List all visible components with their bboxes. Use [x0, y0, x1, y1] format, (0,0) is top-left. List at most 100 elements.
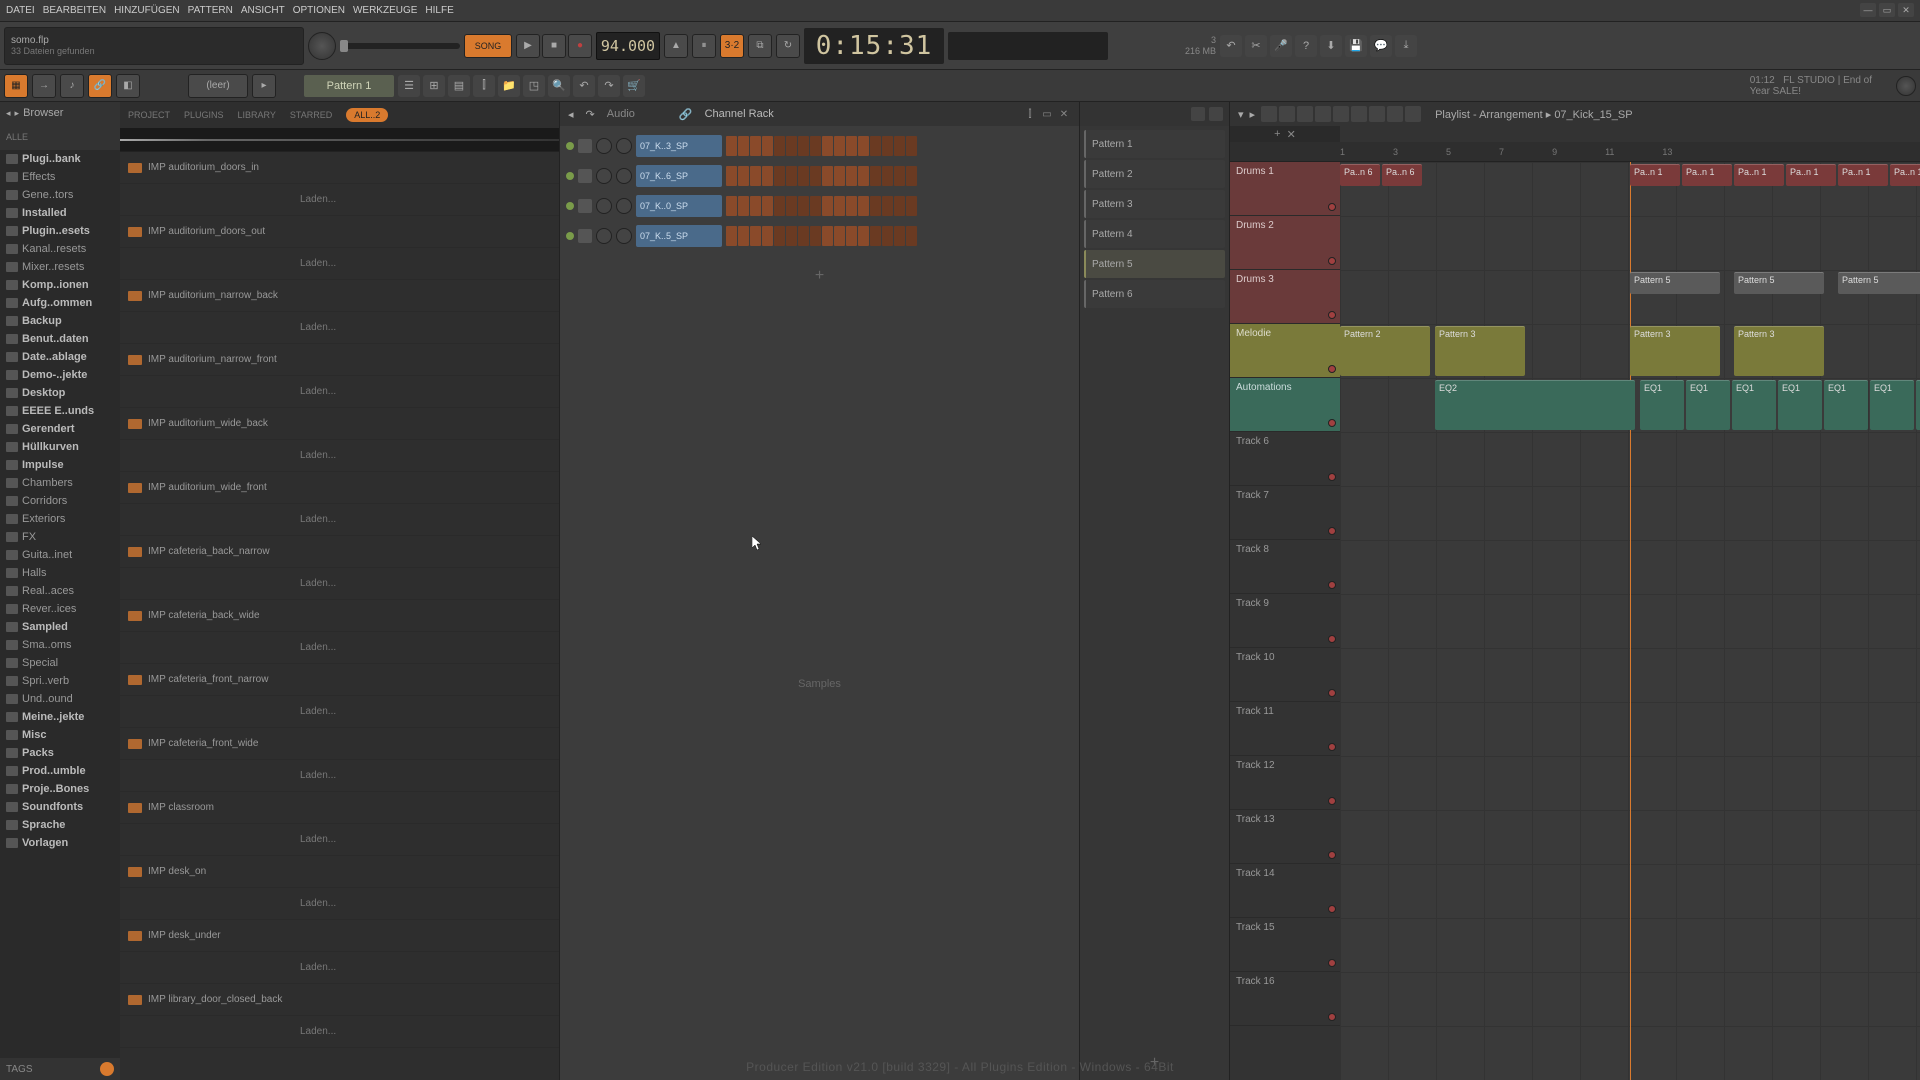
track-mute-icon[interactable]: [1328, 311, 1336, 319]
tree-item[interactable]: Special: [0, 654, 120, 672]
step-button[interactable]: [882, 196, 893, 216]
step-button[interactable]: [906, 136, 917, 156]
tab-project[interactable]: PROJECT: [128, 110, 170, 120]
play-button[interactable]: ▶: [516, 34, 540, 58]
tempo-display[interactable]: 94.000: [596, 32, 660, 60]
tab-plugins[interactable]: PLUGINS: [184, 110, 224, 120]
file-row[interactable]: IMP auditorium_wide_front: [120, 472, 559, 504]
download-icon[interactable]: ⤓: [1395, 35, 1417, 57]
track-mute-icon[interactable]: [1328, 797, 1336, 805]
step-button[interactable]: [762, 166, 773, 186]
channel-name[interactable]: 07_K..3_SP: [636, 135, 722, 157]
studio-info[interactable]: 01:12 FL STUDIO | End of Year SALE!: [1750, 75, 1892, 97]
tree-item[interactable]: Packs: [0, 744, 120, 762]
file-row[interactable]: IMP auditorium_doors_out: [120, 216, 559, 248]
track-mute-icon[interactable]: [1328, 689, 1336, 697]
step-button[interactable]: [858, 166, 869, 186]
blend-rec-button[interactable]: ⧉: [748, 34, 772, 58]
playlist-clip[interactable]: Pattern 5: [1838, 272, 1920, 294]
tree-item[interactable]: Gerendert: [0, 420, 120, 438]
playlist-clip[interactable]: EQ1: [1916, 380, 1920, 430]
track-header[interactable]: Track 14: [1230, 864, 1340, 918]
track-header[interactable]: Track 15: [1230, 918, 1340, 972]
pl-tool-draw-icon[interactable]: [1261, 106, 1277, 122]
file-row[interactable]: IMP auditorium_doors_in: [120, 152, 559, 184]
channel-pan-knob[interactable]: [596, 168, 612, 184]
channel-mute-button[interactable]: [578, 199, 592, 213]
time-display[interactable]: 0:15:31: [804, 28, 944, 64]
pl-add-track-icon[interactable]: +: [1274, 128, 1280, 140]
stop-button[interactable]: ■: [542, 34, 566, 58]
step-button[interactable]: [738, 226, 749, 246]
tree-item[interactable]: FX: [0, 528, 120, 546]
tool-mag-icon[interactable]: 🔍: [548, 75, 570, 97]
step-button[interactable]: [858, 226, 869, 246]
channel-led-icon[interactable]: [566, 142, 574, 150]
step-button[interactable]: [738, 136, 749, 156]
view-browser-icon[interactable]: 📁: [498, 75, 520, 97]
tree-item[interactable]: Meine..jekte: [0, 708, 120, 726]
cr-fwd-icon[interactable]: ↷: [586, 108, 595, 121]
tree-item[interactable]: Installed: [0, 204, 120, 222]
step-button[interactable]: [750, 136, 761, 156]
tab-all2[interactable]: ALL..2: [346, 108, 388, 122]
channel-name[interactable]: 07_K..5_SP: [636, 225, 722, 247]
step-button[interactable]: [882, 136, 893, 156]
pattern-item[interactable]: Pattern 5: [1084, 250, 1225, 278]
track-mute-icon[interactable]: [1328, 581, 1336, 589]
step-button[interactable]: [858, 136, 869, 156]
playlist-grid[interactable]: Pa..n 6Pa..n 6Pa..n 1Pa..n 1Pa..n 1Pa..n…: [1340, 162, 1920, 1080]
step-button[interactable]: [894, 226, 905, 246]
step-button[interactable]: [810, 196, 821, 216]
playlist-clip[interactable]: Pattern 5: [1734, 272, 1824, 294]
step-button[interactable]: [858, 196, 869, 216]
step-button[interactable]: [798, 196, 809, 216]
step-button[interactable]: [822, 226, 833, 246]
feedback-icon[interactable]: 💬: [1370, 35, 1392, 57]
step-button[interactable]: [726, 196, 737, 216]
tree-item[interactable]: Sprache: [0, 816, 120, 834]
minimize-button[interactable]: —: [1860, 3, 1876, 17]
playlist-clip[interactable]: Pa..n 1: [1630, 164, 1680, 186]
channel-name[interactable]: 07_K..0_SP: [636, 195, 722, 217]
playlist-clip[interactable]: Pattern 5: [1630, 272, 1720, 294]
track-header[interactable]: Drums 2: [1230, 216, 1340, 270]
step-button[interactable]: [798, 226, 809, 246]
track-header[interactable]: Track 8: [1230, 540, 1340, 594]
tab-channelrack[interactable]: Channel Rack: [705, 108, 774, 120]
playlist-clip[interactable]: Pattern 3: [1734, 326, 1824, 376]
channel-mute-button[interactable]: [578, 169, 592, 183]
file-row[interactable]: IMP auditorium_wide_back: [120, 408, 559, 440]
metronome-button[interactable]: ▲: [664, 34, 688, 58]
wait-input-button[interactable]: ⏸: [692, 34, 716, 58]
channel-mute-button[interactable]: [578, 139, 592, 153]
track-mute-icon[interactable]: [1328, 743, 1336, 751]
playlist-clip[interactable]: Pa..n 6: [1340, 164, 1380, 186]
playlist-clip[interactable]: EQ2: [1435, 380, 1635, 430]
pattern-selector[interactable]: Pattern 1: [304, 75, 394, 97]
channel-vol-knob[interactable]: [616, 168, 632, 184]
tree-item[interactable]: Misc: [0, 726, 120, 744]
channel-pan-knob[interactable]: [596, 198, 612, 214]
playlist-clip[interactable]: EQ1: [1824, 380, 1868, 430]
menu-pattern[interactable]: PATTERN: [188, 5, 233, 16]
playlist-clip[interactable]: EQ1: [1778, 380, 1822, 430]
playlist-clip[interactable]: EQ1: [1870, 380, 1914, 430]
playlist-clip[interactable]: Pattern 3: [1435, 326, 1525, 376]
countdown-button[interactable]: 3·2: [720, 34, 744, 58]
track-header[interactable]: Track 11: [1230, 702, 1340, 756]
pat-menu-icon[interactable]: [1209, 107, 1223, 121]
help-icon[interactable]: ?: [1295, 35, 1317, 57]
pl-tool-slip-icon[interactable]: [1333, 106, 1349, 122]
file-row[interactable]: IMP classroom: [120, 792, 559, 824]
pl-tool-paint-icon[interactable]: [1279, 106, 1295, 122]
tree-item[interactable]: Date..ablage: [0, 348, 120, 366]
leer-dropdown[interactable]: (leer): [188, 74, 248, 98]
tab-audio[interactable]: Audio: [607, 108, 635, 120]
track-mute-icon[interactable]: [1328, 203, 1336, 211]
file-row[interactable]: IMP desk_under: [120, 920, 559, 952]
track-header[interactable]: Drums 1: [1230, 162, 1340, 216]
tree-item[interactable]: Mixer..resets: [0, 258, 120, 276]
step-button[interactable]: [738, 196, 749, 216]
step-button[interactable]: [846, 226, 857, 246]
